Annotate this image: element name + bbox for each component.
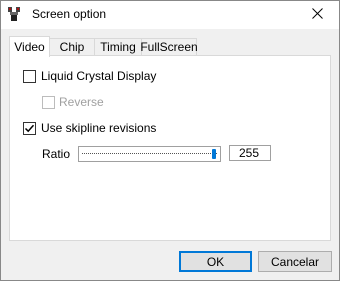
ratio-slider-track	[82, 153, 217, 156]
skipline-checkbox[interactable]	[23, 122, 36, 135]
reverse-label[interactable]: Reverse	[59, 95, 104, 109]
screen-option-dialog: Screen option Video Chip Timing FullScre…	[0, 0, 340, 281]
close-button[interactable]	[295, 1, 339, 29]
ok-button[interactable]: OK	[179, 251, 252, 272]
window-title: Screen option	[32, 7, 107, 21]
tab-fullscreen[interactable]: FullScreen	[140, 38, 198, 55]
skipline-label[interactable]: Use skipline revisions	[41, 121, 156, 135]
ratio-slider[interactable]	[78, 146, 221, 162]
cancel-button[interactable]: Cancelar	[258, 251, 332, 272]
tab-chip[interactable]: Chip	[49, 38, 95, 55]
lcd-checkbox[interactable]	[23, 70, 36, 83]
tab-chip-label: Chip	[59, 40, 85, 54]
cancel-button-label: Cancelar	[270, 254, 320, 269]
joystick-app-icon	[6, 6, 23, 23]
close-icon	[311, 8, 323, 22]
tab-fullscreen-label: FullScreen	[140, 40, 198, 54]
ratio-slider-thumb[interactable]	[212, 149, 216, 159]
tab-video[interactable]: Video	[9, 36, 50, 57]
ratio-value-field[interactable]: 255	[229, 145, 271, 161]
tab-timing-label: Timing	[100, 40, 136, 54]
tab-timing[interactable]: Timing	[94, 38, 142, 55]
ratio-label: Ratio	[42, 147, 71, 161]
reverse-checkbox[interactable]	[42, 96, 55, 109]
lcd-label[interactable]: Liquid Crystal Display	[41, 69, 156, 83]
tab-video-label: Video	[14, 40, 45, 54]
title-bar[interactable]: Screen option	[1, 1, 339, 29]
ok-button-label: OK	[206, 254, 225, 269]
